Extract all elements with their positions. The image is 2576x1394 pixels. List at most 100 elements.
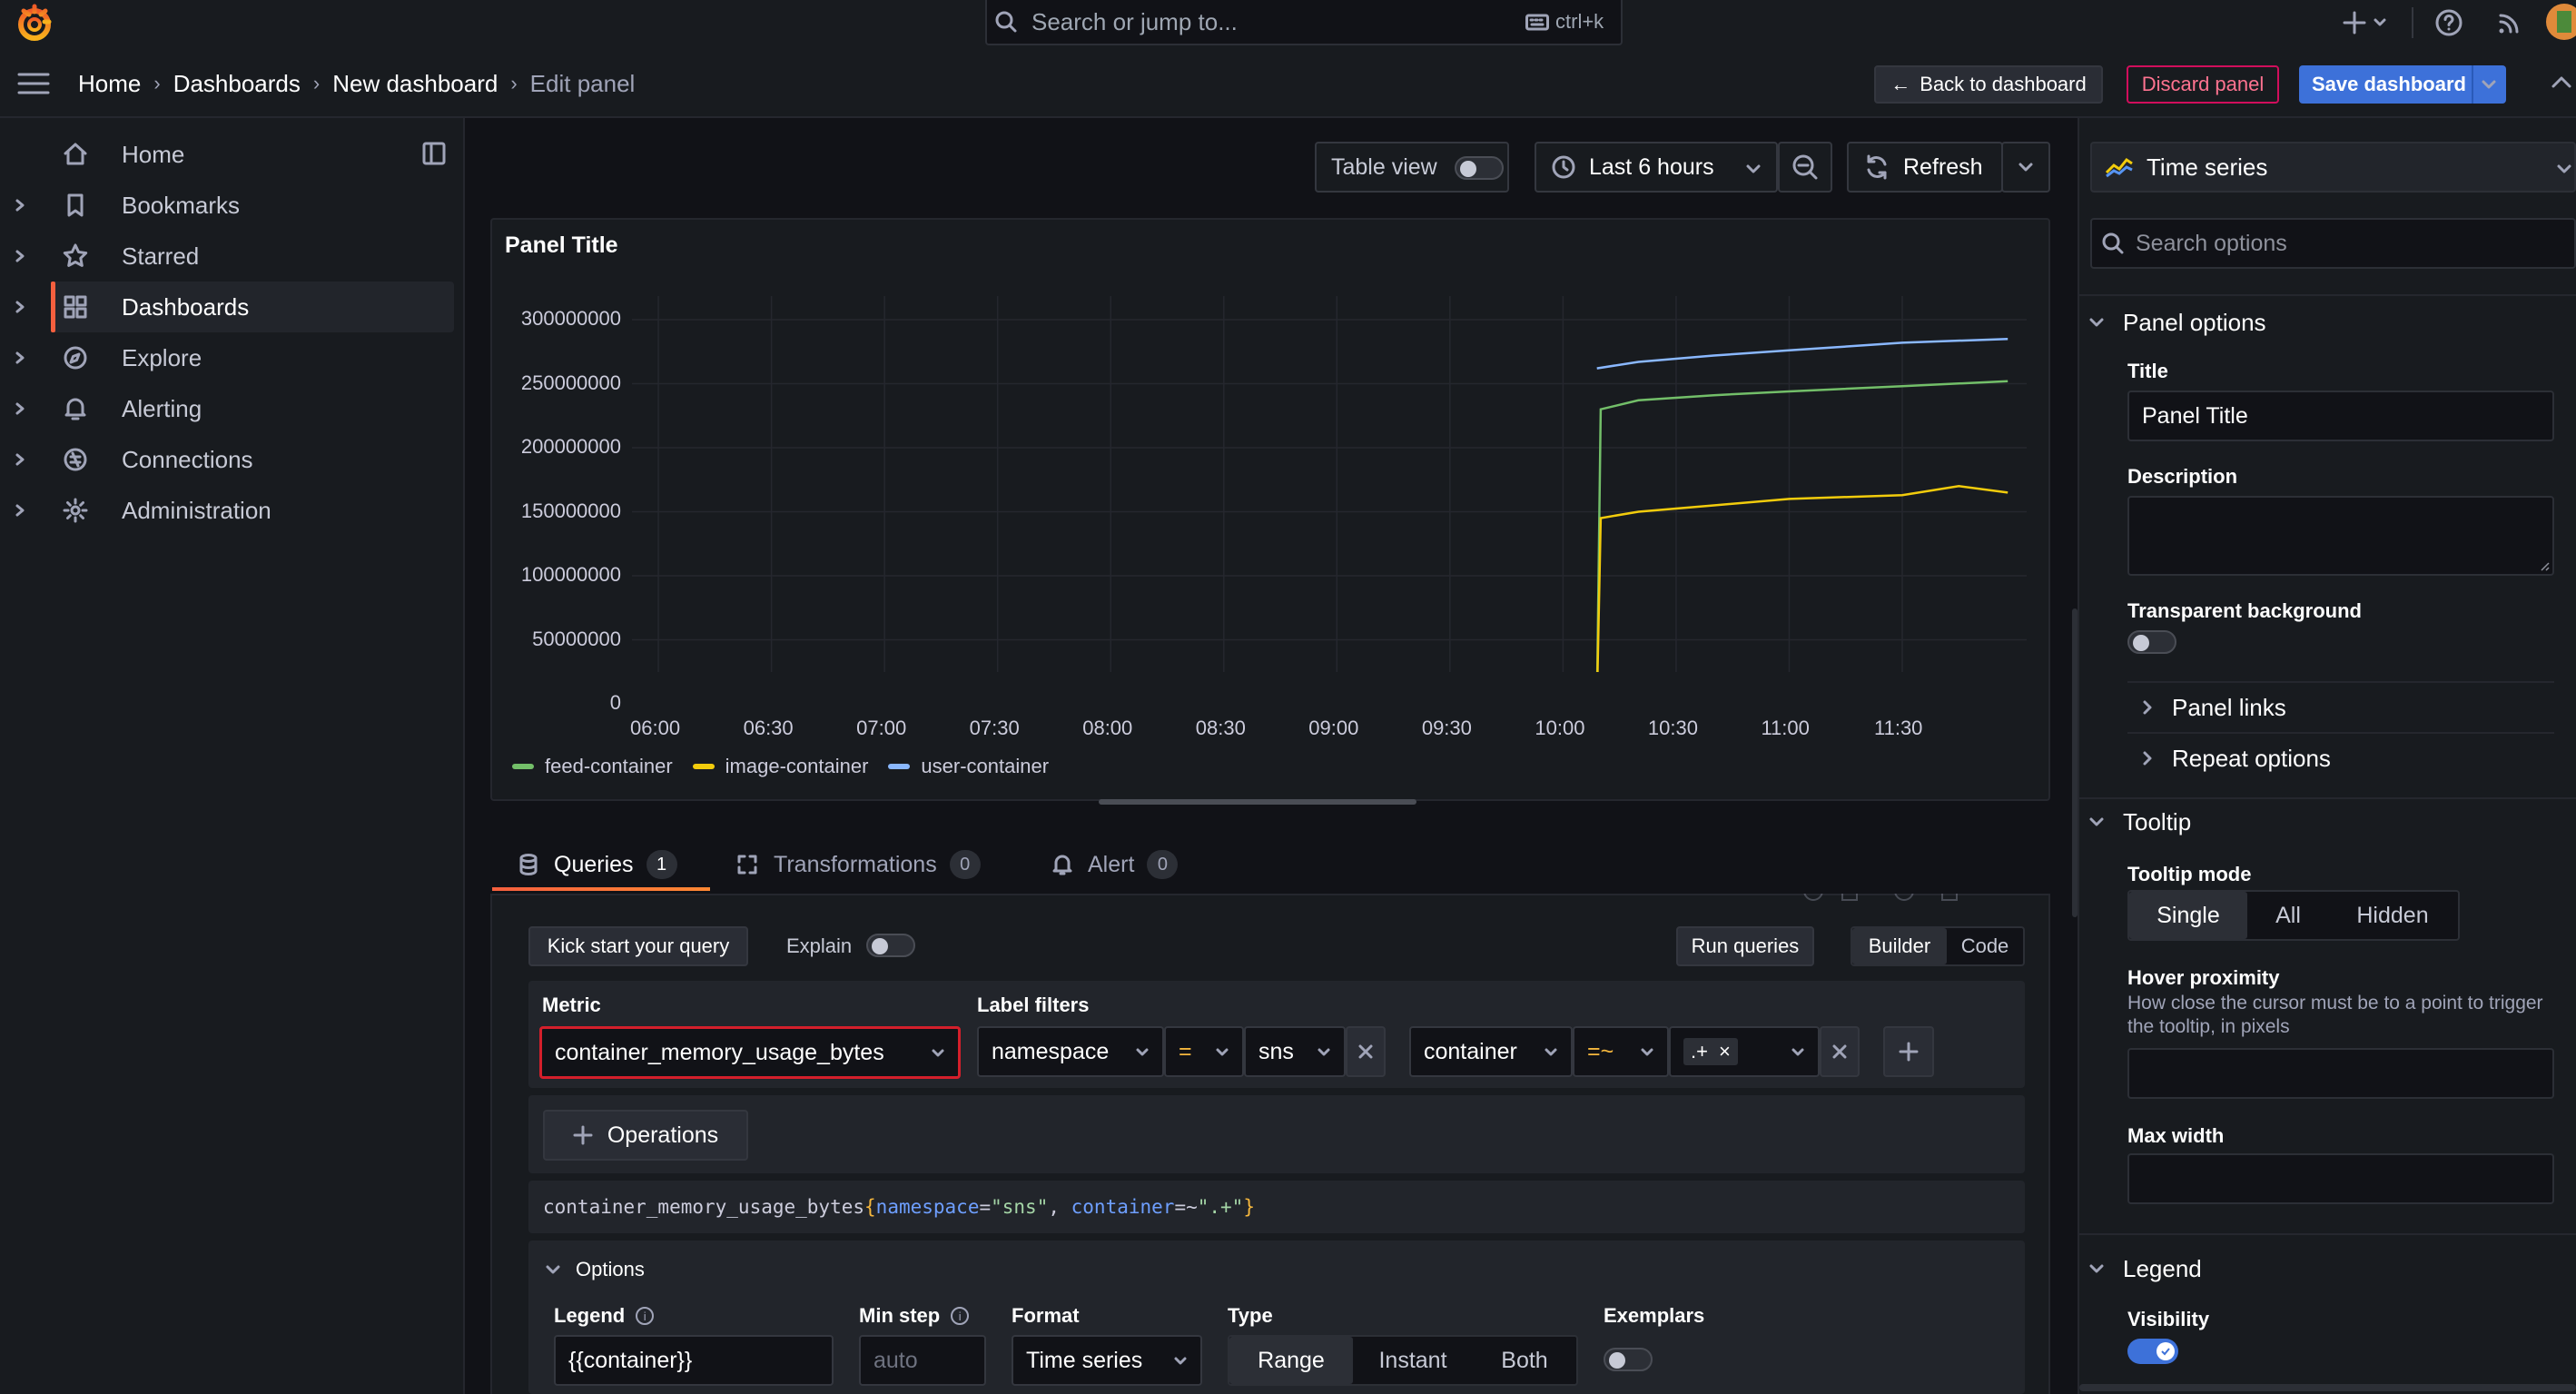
save-dashboard-button[interactable]: Save dashboard: [2299, 65, 2506, 104]
table-view-switch[interactable]: [1455, 156, 1504, 180]
add-filter-button[interactable]: [1883, 1026, 1934, 1077]
menu-icon[interactable]: [16, 71, 51, 96]
series-line-feed-container[interactable]: [1595, 380, 2008, 672]
panel-options-section-toggle[interactable]: Panel options: [2088, 307, 2266, 338]
series-line-user-container[interactable]: [1596, 337, 2008, 370]
refresh-button[interactable]: Refresh: [1847, 142, 2003, 193]
add-menu-button[interactable]: [2341, 8, 2390, 37]
apps-icon: [64, 295, 87, 319]
exemplars-switch[interactable]: [1604, 1348, 1653, 1371]
table-view-toggle[interactable]: Table view: [1315, 142, 1509, 193]
panel-resize-handle[interactable]: [1099, 799, 1416, 805]
divider: [2079, 294, 2576, 296]
sidebar-item-starred[interactable]: Starred: [0, 231, 454, 282]
close-icon[interactable]: ×: [1719, 1040, 1731, 1063]
breadcrumb-home[interactable]: Home: [78, 70, 141, 98]
breadcrumb-dashboards[interactable]: Dashboards: [173, 70, 301, 98]
remove-filter-button[interactable]: [1820, 1026, 1860, 1077]
tooltip-section-toggle[interactable]: Tooltip: [2088, 806, 2191, 837]
news-icon[interactable]: [2496, 8, 2523, 37]
chevron-right-icon[interactable]: [13, 396, 27, 421]
repeat-options-toggle[interactable]: Repeat options: [2141, 743, 2331, 774]
run-queries-button[interactable]: Run queries: [1676, 926, 1814, 966]
search-shortcut: ctrl+k: [1555, 10, 1604, 33]
max-width-input[interactable]: [2127, 1153, 2554, 1204]
back-to-dashboard-button[interactable]: ← Back to dashboard: [1874, 65, 2103, 104]
tab-queries[interactable]: Queries 1: [518, 846, 677, 883]
filter-value-select[interactable]: sns: [1244, 1026, 1346, 1077]
info-icon[interactable]: i: [636, 1307, 655, 1325]
legend-item[interactable]: image-container: [692, 755, 868, 778]
search-options-input[interactable]: Search options: [2090, 218, 2576, 269]
metric-select[interactable]: container_memory_usage_bytes: [539, 1026, 961, 1079]
code-mode-button[interactable]: Code: [1947, 928, 2023, 964]
time-series-chart[interactable]: [490, 291, 2050, 672]
tooltip-mode-all[interactable]: All: [2247, 892, 2329, 939]
sidebar-item-dashboards[interactable]: Dashboards: [15, 282, 454, 332]
filter-operator-select[interactable]: =: [1164, 1026, 1244, 1077]
legend-item[interactable]: feed-container: [512, 755, 673, 778]
min-step-input[interactable]: auto: [859, 1335, 986, 1386]
refresh-interval-picker[interactable]: [2001, 142, 2050, 193]
tooltip-mode-hidden[interactable]: Hidden: [2329, 892, 2456, 939]
tab-transformations[interactable]: Transformations 0: [735, 846, 981, 883]
filter-value-multiselect[interactable]: .+ ×: [1669, 1026, 1820, 1077]
chevron-right-icon[interactable]: [13, 243, 27, 269]
filter-key-select[interactable]: container: [1409, 1026, 1573, 1077]
legend-visibility-switch[interactable]: [2127, 1339, 2178, 1364]
description-textarea[interactable]: [2127, 496, 2554, 576]
chevron-right-icon[interactable]: [13, 447, 27, 472]
sidebar-item-alerting[interactable]: Alerting: [0, 383, 454, 434]
visualization-picker[interactable]: Time series: [2090, 142, 2576, 193]
filter-key-select[interactable]: namespace: [977, 1026, 1164, 1077]
type-instant-button[interactable]: Instant: [1353, 1337, 1473, 1384]
zoom-out-button[interactable]: [1778, 142, 1832, 193]
tooltip-mode-single[interactable]: Single: [2129, 892, 2247, 939]
panel-links-toggle[interactable]: Panel links: [2141, 692, 2286, 723]
discard-panel-button[interactable]: Discard panel: [2127, 65, 2279, 104]
builder-mode-button[interactable]: Builder: [1852, 928, 1947, 964]
kick-start-query-button[interactable]: Kick start your query: [528, 926, 748, 966]
preview-label-key: container: [1071, 1196, 1175, 1218]
time-range-picker[interactable]: Last 6 hours: [1535, 142, 1778, 193]
legend-input[interactable]: {{container}}: [554, 1335, 834, 1386]
panel-title[interactable]: Panel Title: [505, 232, 618, 259]
title-input[interactable]: Panel Title: [2127, 391, 2554, 441]
remove-filter-button[interactable]: [1346, 1026, 1386, 1077]
breadcrumb-new-dashboard[interactable]: New dashboard: [332, 70, 498, 98]
sidebar-item-connections[interactable]: Connections: [0, 434, 454, 485]
sidebar-item-home[interactable]: Home: [0, 129, 454, 180]
collapse-topbar-icon[interactable]: [2550, 73, 2573, 93]
sidebar-item-bookmarks[interactable]: Bookmarks: [0, 180, 454, 231]
chevron-right-icon[interactable]: [13, 345, 27, 371]
chevron-right-icon[interactable]: [13, 193, 27, 218]
sidebar-item-administration[interactable]: Administration: [0, 485, 454, 536]
info-icon[interactable]: i: [951, 1307, 970, 1325]
filter-operator-select[interactable]: =~: [1573, 1026, 1669, 1077]
tab-alert[interactable]: Alert 0: [1051, 846, 1179, 883]
transparent-background-label: Transparent background: [2127, 599, 2362, 622]
discard-label: Discard panel: [2141, 73, 2265, 95]
type-both-button[interactable]: Both: [1473, 1337, 1576, 1384]
options-scrollbar[interactable]: [2079, 1384, 2576, 1391]
chevron-down-icon[interactable]: [2481, 77, 2497, 92]
chevron-right-icon[interactable]: [13, 498, 27, 523]
legend-section-toggle[interactable]: Legend: [2088, 1253, 2202, 1284]
grafana-logo[interactable]: [16, 4, 53, 42]
hover-proximity-input[interactable]: [2127, 1048, 2554, 1099]
options-toggle[interactable]: Options: [545, 1257, 645, 1282]
transparent-background-switch[interactable]: [2127, 630, 2176, 654]
help-icon[interactable]: [2434, 8, 2463, 37]
chevron-right-icon[interactable]: [13, 294, 27, 320]
search-bar[interactable]: Search or jump to... ctrl+k: [985, 0, 1623, 45]
hover-proximity-description: How close the cursor must be to a point …: [2127, 993, 2543, 1037]
zoom-out-icon: [1792, 154, 1818, 180]
sidebar-item-explore[interactable]: Explore: [0, 332, 454, 383]
add-operation-button[interactable]: Operations: [543, 1110, 748, 1161]
avatar[interactable]: [2546, 4, 2576, 40]
series-line-image-container[interactable]: [1596, 485, 2008, 672]
type-range-button[interactable]: Range: [1229, 1337, 1353, 1384]
format-select[interactable]: Time series: [1012, 1335, 1202, 1386]
legend-item[interactable]: user-container: [888, 755, 1049, 778]
explain-switch[interactable]: [866, 934, 915, 957]
